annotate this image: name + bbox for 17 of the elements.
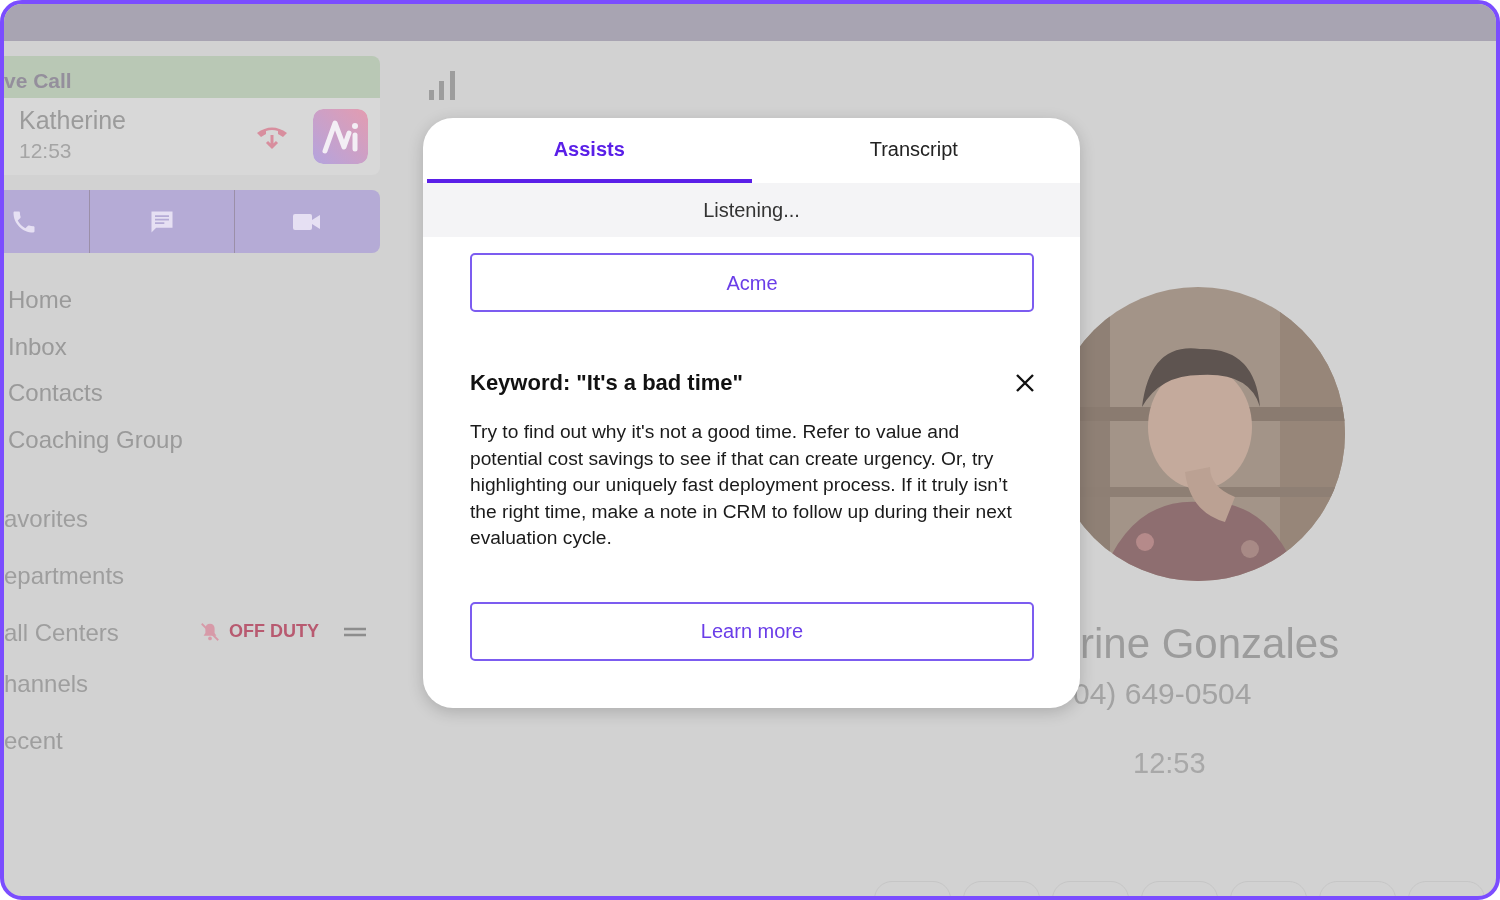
nav-link[interactable]: Inbox [8, 328, 67, 365]
company-button[interactable]: Acme [470, 253, 1034, 312]
nav-link[interactable]: Coaching Group [8, 421, 183, 458]
nav-link[interactable]: Home [8, 282, 73, 318]
muted-bell-icon [199, 620, 221, 643]
status-text: Listening... [703, 198, 800, 223]
close-icon[interactable] [1015, 372, 1035, 393]
keyword-title: Keyword: "It's a bad time" [470, 369, 744, 397]
app-logo[interactable] [313, 109, 368, 164]
status-text: OFF DUTY [229, 620, 319, 643]
signal-icon [429, 70, 457, 100]
tab[interactable]: Transcript [751, 118, 1076, 183]
learn-more-button[interactable]: Learn more [470, 601, 1034, 661]
caller-name: Katherine [19, 106, 128, 136]
banner-title: ve Call [4, 67, 72, 94]
suggestion-text: Try to find out why it's not a good time. Refer to value and potential cost savings to see if that can create urgency. Or, try highlighting our uniquely fast deployment process. If it truly isn’t the right time, make a note in CRM to follow up during their next evaluation cycle. [470, 420, 1013, 551]
nav-link[interactable]: Contacts [8, 375, 103, 411]
